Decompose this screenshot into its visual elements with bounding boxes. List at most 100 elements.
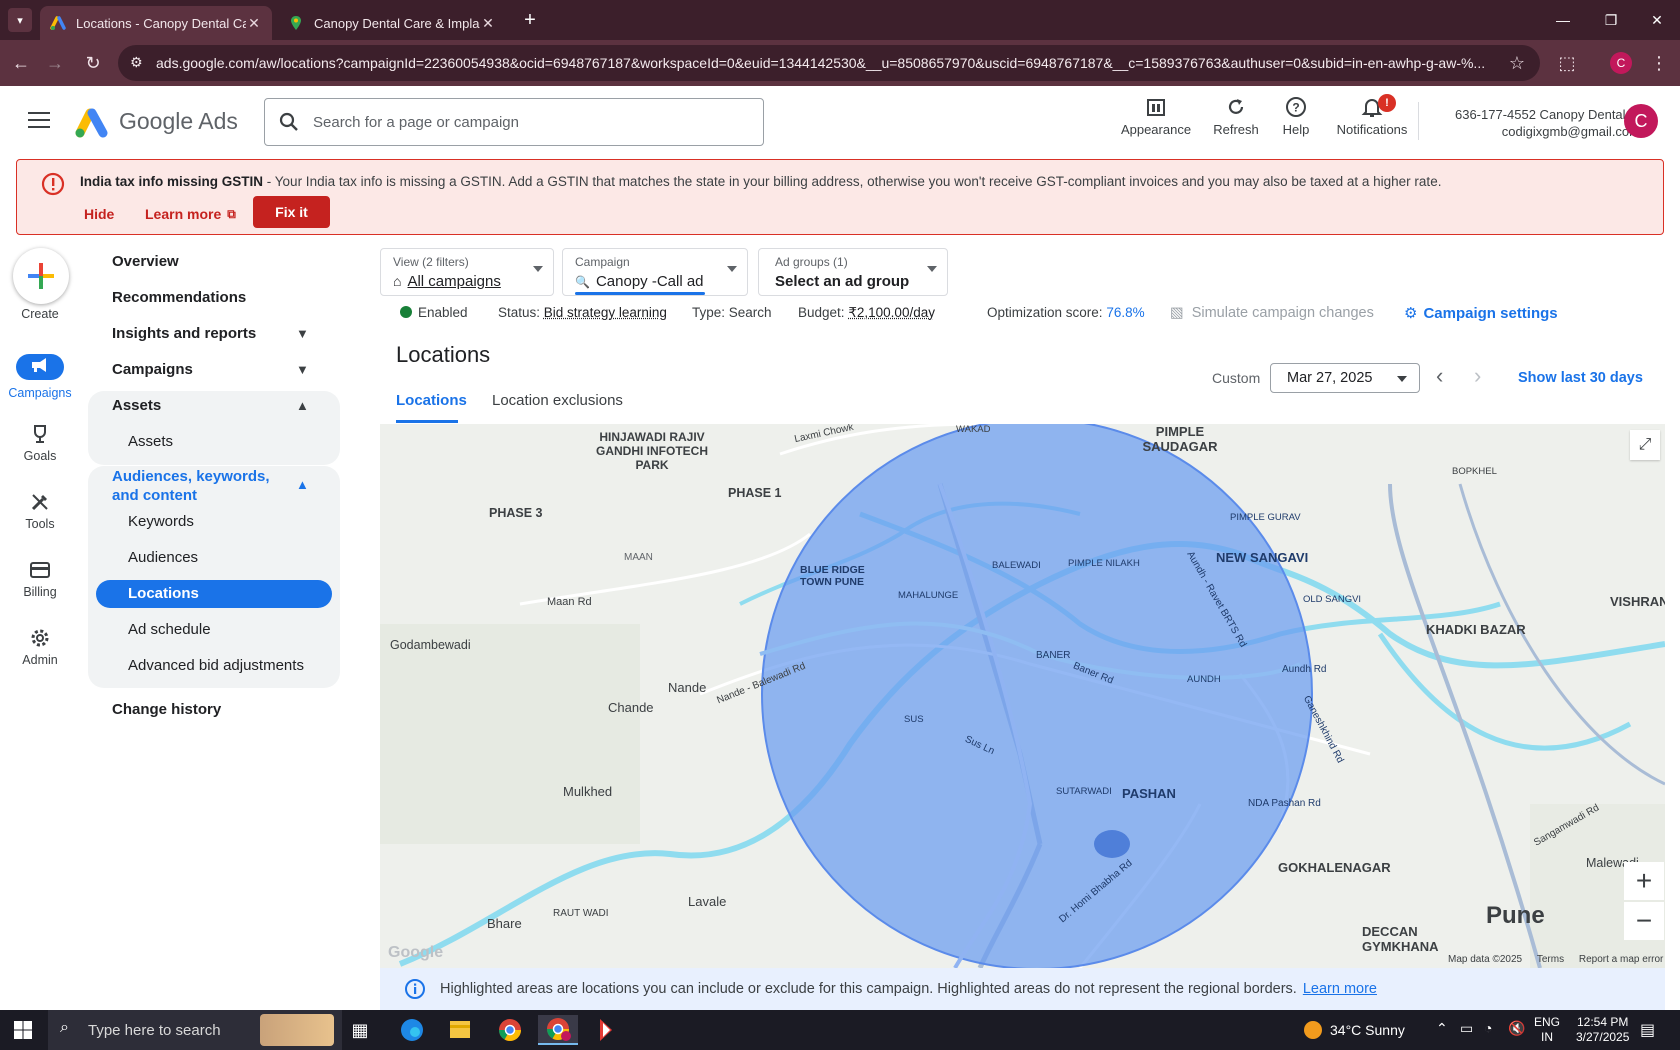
campaign-filter[interactable]: Campaign 🔍 Canopy -Call ad [562,248,748,296]
info-learn-more-link[interactable]: Learn more [1303,981,1377,997]
tab-list-button[interactable]: ▾ [8,8,32,32]
learn-more-link[interactable]: Learn more ⧉ [145,198,236,230]
account-avatar[interactable]: C [1624,104,1658,138]
close-tab-icon[interactable]: ✕ [246,15,262,32]
address-bar[interactable]: ⚙ ads.google.com/aw/locations?campaignId… [118,45,1540,81]
ad-groups-filter[interactable]: Ad groups (1) Select an ad group [758,248,948,296]
simulate-campaign-changes[interactable]: ▧ Simulate campaign changes [1170,305,1374,321]
zoom-in-button[interactable]: + [1624,862,1664,900]
nav-advanced-bid[interactable]: Advanced bid adjustments [128,657,304,674]
back-icon[interactable]: ← [6,48,36,78]
chrome-icon[interactable] [490,1015,530,1045]
browser-tab-locations[interactable]: Locations - Canopy Dental Care ✕ [40,6,272,40]
tab-locations[interactable]: Locations [396,392,467,409]
nav-keywords[interactable]: Keywords [128,513,194,530]
nav-audiences-group[interactable]: Audiences, keywords, and content [112,467,292,505]
nav-assets-group[interactable]: Assets [112,397,161,414]
close-window-button[interactable]: ✕ [1634,0,1680,40]
nav-assets[interactable]: Assets [128,433,173,450]
nav-campaigns[interactable]: Campaigns [112,361,193,378]
date-picker[interactable]: Mar 27, 2025 [1270,363,1420,393]
language-indicator[interactable]: ENG IN [1534,1015,1560,1045]
next-period-icon[interactable]: › [1474,363,1481,389]
fix-it-button[interactable]: Fix it [253,196,330,228]
location-map[interactable]: HINJAWADI RAJIV GANDHI INFOTECH PARK PHA… [380,424,1665,968]
show-last-30-days-button[interactable]: Show last 30 days [1518,370,1643,386]
task-view-icon[interactable]: ▦ [340,1015,380,1045]
volume-muted-icon[interactable]: 🔇 [1508,1020,1525,1037]
media-player-icon[interactable] [586,1015,626,1045]
map-label: Godambewadi [390,638,471,652]
windows-start-icon[interactable] [14,1021,32,1039]
chevron-down-icon[interactable]: ▼ [296,362,309,377]
nav-audiences[interactable]: Audiences [128,549,198,566]
chevron-down-icon[interactable]: ▼ [296,326,309,341]
map-label: OLD SANGVI [1303,594,1362,605]
campaign-settings-button[interactable]: ⚙ Campaign settings [1404,304,1558,322]
zoom-out-button[interactable]: − [1624,902,1664,940]
taskbar-search[interactable]: ⌕ Type here to search [48,1010,342,1050]
nav-ad-schedule[interactable]: Ad schedule [128,621,211,638]
reload-icon[interactable]: ↻ [78,48,108,78]
report-map-error-link[interactable]: Report a map error [1579,954,1663,965]
external-link-icon: ⧉ [227,206,236,221]
tray-chevron-icon[interactable]: ⌃ [1436,1020,1448,1037]
bid-status: Status: Bid strategy learning [498,305,667,320]
profile-avatar[interactable]: C [1610,52,1632,74]
browser-menu-icon[interactable]: ⋮ [1644,48,1674,78]
network-icon[interactable]: ◔ [1484,1020,1492,1036]
main-menu-icon[interactable] [28,112,50,130]
account-email[interactable]: codigixgmb@gmail.com [1432,124,1640,139]
nav-change-history[interactable]: Change history [112,701,221,718]
appearance-button[interactable]: Appearance [1116,96,1196,137]
weather-widget[interactable]: 34°C Sunny [1304,1021,1405,1039]
file-explorer-icon[interactable] [440,1015,480,1045]
chevron-up-icon[interactable]: ▲ [296,398,309,413]
hide-button[interactable]: Hide [84,198,114,230]
notifications-button[interactable]: Notifications ! [1328,94,1416,137]
rail-campaigns[interactable]: Campaigns [0,354,80,400]
new-tab-button[interactable]: + [518,8,542,32]
simulate-icon: ▧ [1170,305,1184,321]
campaigns-icon [16,354,64,380]
google-map-logo: Google [388,944,444,961]
browser-tab-maps[interactable]: Canopy Dental Care & Implant ✕ [278,6,506,40]
forward-icon[interactable]: → [40,48,70,78]
extensions-icon[interactable]: ⬚ [1552,48,1582,78]
map-label: AUNDH [1187,674,1221,685]
nav-insights[interactable]: Insights and reports [112,325,256,342]
sun-icon [1304,1021,1322,1039]
fullscreen-button[interactable]: ⤢ [1630,430,1660,460]
settings-gear-icon: ⚙ [1404,305,1418,322]
rail-admin[interactable]: Admin [0,627,80,667]
map-label: NDA Pashan Rd [1248,798,1321,809]
clock[interactable]: 12:54 PM 3/27/2025 [1576,1015,1629,1045]
chrome-profile-icon[interactable] [538,1015,578,1045]
create-button[interactable] [13,248,69,304]
account-name[interactable]: 636-177-4552 Canopy Dental ... [1432,107,1640,122]
nav-locations[interactable]: Locations [128,585,199,602]
site-info-icon[interactable]: ⚙ [130,54,143,71]
product-name: Google Ads [119,108,238,134]
search-input[interactable]: Search for a page or campaign [264,98,764,146]
meet-now-icon[interactable]: ▭ [1460,1020,1473,1037]
help-button[interactable]: ? Help [1256,96,1336,137]
restore-window-button[interactable]: ❐ [1588,0,1634,40]
map-label: PHASE 1 [728,486,782,500]
nav-overview[interactable]: Overview [112,253,179,270]
tab-location-exclusions[interactable]: Location exclusions [492,392,623,409]
view-filter[interactable]: View (2 filters) ⌂ All campaigns [380,248,554,296]
nav-recommendations[interactable]: Recommendations [112,289,246,306]
notification-center-icon[interactable]: ▤ [1640,1020,1655,1040]
edge-icon[interactable] [392,1015,432,1045]
rail-goals[interactable]: Goals [0,423,80,463]
chevron-up-icon[interactable]: ▲ [296,477,309,492]
close-tab-icon[interactable]: ✕ [480,15,496,32]
map-label: PIMPLE NILAKH [1068,558,1140,569]
rail-billing[interactable]: Billing [0,559,80,599]
bookmark-star-icon[interactable]: ☆ [1502,48,1532,78]
previous-period-icon[interactable]: ‹ [1436,363,1443,389]
map-terms-link[interactable]: Terms [1537,954,1564,965]
rail-tools[interactable]: Tools [0,491,80,531]
minimize-window-button[interactable]: — [1540,0,1586,40]
